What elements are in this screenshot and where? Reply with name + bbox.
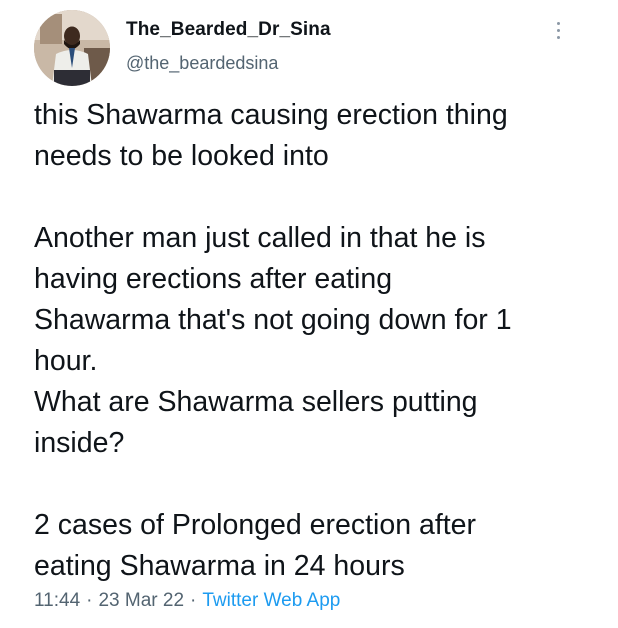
tweet-line: hour.: [34, 345, 98, 377]
avatar[interactable]: [34, 10, 110, 86]
tweet-line: What are Shawarma sellers putting: [34, 386, 478, 418]
tweet-date[interactable]: 23 Mar 22: [98, 590, 184, 611]
more-dot: [556, 29, 560, 32]
tweet-text: this Shawarma causing erection thing nee…: [34, 95, 594, 587]
tweet-paragraph: 2 cases of Prolonged erection after eati…: [34, 505, 594, 587]
tweet-time[interactable]: 11:44: [34, 590, 80, 611]
more-vertical-icon[interactable]: [552, 22, 564, 48]
more-dot: [556, 22, 560, 25]
tweet-line: eating Shawarma in 24 hours: [34, 550, 405, 582]
tweet-paragraph: Another man just called in that he is ha…: [34, 218, 594, 464]
tweet-line: this Shawarma causing erection thing: [34, 99, 508, 131]
tweet-line: inside?: [34, 427, 125, 459]
tweet-line: Another man just called in that he is: [34, 222, 486, 254]
tweet-meta: 11:44 · 23 Mar 22 · Twitter Web App: [34, 590, 340, 612]
tweet-line: 2 cases of Prolonged erection after: [34, 509, 477, 541]
meta-separator: ·: [190, 590, 197, 611]
tweet-source-link[interactable]: Twitter Web App: [202, 590, 340, 611]
tweet-paragraph: this Shawarma causing erection thing nee…: [34, 95, 594, 177]
tweet-line: having erections after eating: [34, 263, 393, 295]
tweet-line: needs to be looked into: [34, 140, 329, 172]
more-dot: [556, 36, 560, 39]
author-handle[interactable]: @the_beardedsina: [126, 53, 278, 74]
author-display-name[interactable]: The_Bearded_Dr_Sina: [126, 19, 331, 41]
meta-separator: ·: [86, 590, 93, 611]
tweet-line: Shawarma that's not going down for 1: [34, 304, 512, 336]
tweet-card: The_Bearded_Dr_Sina @the_beardedsina thi…: [0, 0, 618, 628]
